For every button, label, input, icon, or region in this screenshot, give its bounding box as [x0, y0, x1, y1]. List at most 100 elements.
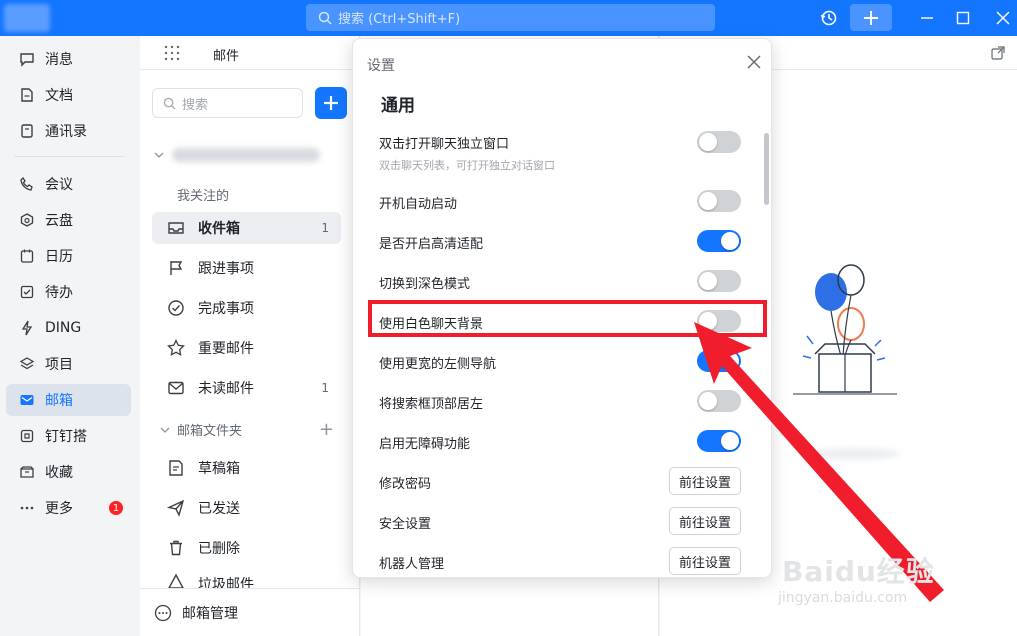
left-navigation: 消息 文档 通讯录 会议 云盘 日历 待办 DING 项目 邮箱 钉钉搭 收藏 … — [0, 36, 140, 636]
folder-label: 重要邮件 — [198, 341, 254, 357]
history-icon[interactable] — [816, 4, 842, 31]
setting-label: 将搜索框顶部居左 — [379, 397, 484, 412]
folder-follow-up[interactable]: 跟进事项 — [152, 252, 341, 284]
setting-label: 启用无障碍功能 — [379, 437, 471, 452]
nav-item-cloud[interactable]: 云盘 — [6, 204, 131, 236]
close-icon[interactable] — [747, 55, 761, 69]
nav-item-mail[interactable]: 邮箱 — [6, 384, 131, 416]
nav-label: 项目 — [45, 357, 73, 373]
global-search-input[interactable]: 搜索 (Ctrl+Shift+F) — [306, 4, 715, 31]
security-settings-button[interactable]: 前往设置 — [669, 507, 741, 535]
toggle-double-click-window[interactable] — [697, 131, 741, 153]
nav-label: 更多 — [45, 501, 73, 517]
folder-count: 1 — [321, 221, 329, 235]
setting-description: 双击聊天列表，可打开独立对话窗口 — [379, 159, 555, 172]
cloud-icon — [18, 211, 36, 229]
mail-search-placeholder: 搜索 — [182, 97, 209, 113]
nav-item-todo[interactable]: 待办 — [6, 276, 131, 308]
folder-unread[interactable]: 未读邮件 1 — [152, 372, 341, 404]
flag-icon — [166, 258, 186, 278]
plus-icon — [324, 96, 338, 110]
mail-folders-header[interactable]: 邮箱文件夹 + — [160, 419, 334, 440]
nav-label: 邮箱 — [45, 393, 73, 409]
more-badge: 1 — [109, 501, 123, 515]
setting-label: 双击打开聊天独立窗口 — [379, 137, 510, 152]
search-icon — [163, 97, 176, 110]
folder-label: 未读邮件 — [198, 381, 254, 397]
envelope-icon — [166, 378, 186, 398]
contacts-icon — [18, 122, 36, 140]
nav-item-messages[interactable]: 消息 — [6, 43, 131, 75]
favorites-icon — [18, 463, 36, 481]
chevron-down-icon — [154, 152, 164, 158]
mail-icon — [18, 391, 36, 409]
setting-label: 切换到深色模式 — [379, 277, 471, 292]
toggle-hd-adapt[interactable] — [697, 230, 741, 252]
title-bar: 搜索 (Ctrl+Shift+F) — [0, 0, 1017, 36]
toggle-wide-left-nav[interactable] — [697, 350, 741, 372]
nav-item-contacts[interactable]: 通讯录 — [6, 115, 131, 147]
setting-label: 是否开启高清适配 — [379, 237, 484, 252]
lightning-icon — [18, 319, 36, 337]
nav-label: 通讯录 — [45, 124, 87, 140]
folder-label: 收件箱 — [198, 221, 240, 237]
add-folder-icon[interactable]: + — [319, 419, 334, 440]
nav-item-docs[interactable]: 文档 — [6, 79, 131, 111]
toggle-auto-start[interactable] — [697, 190, 741, 212]
nav-item-builder[interactable]: 钉钉搭 — [6, 420, 131, 452]
inbox-icon — [166, 218, 186, 238]
message-icon — [18, 50, 36, 68]
app-grid-icon[interactable] — [164, 45, 180, 61]
watermark-url: jingyan.baidu.com — [778, 590, 908, 606]
folder-spam[interactable]: 垃圾邮件 — [152, 572, 341, 588]
nav-label: 收藏 — [45, 465, 73, 481]
folder-sent[interactable]: 已发送 — [152, 492, 341, 524]
mail-tab-title[interactable]: 邮件 — [213, 45, 239, 64]
compose-button[interactable] — [315, 87, 347, 119]
toggle-accessibility[interactable] — [697, 430, 741, 452]
toggle-search-top-left[interactable] — [697, 390, 741, 412]
trash-icon — [166, 538, 186, 558]
folder-important[interactable]: 重要邮件 — [152, 332, 341, 364]
nav-item-favorites[interactable]: 收藏 — [6, 456, 131, 488]
warning-icon — [166, 572, 186, 588]
folder-deleted[interactable]: 已删除 — [152, 532, 341, 564]
setting-label: 修改密码 — [379, 477, 432, 492]
account-row[interactable] — [154, 148, 320, 162]
folder-inbox[interactable]: 收件箱 1 — [152, 212, 341, 244]
mail-sidebar: 邮件 搜索 我关注的 收件箱 1 跟进事项 完成事项 重要邮件 未读邮件 1 邮… — [140, 36, 360, 636]
mail-management-label: 邮箱管理 — [182, 605, 238, 622]
search-icon — [318, 11, 332, 25]
robot-management-button[interactable]: 前往设置 — [669, 547, 741, 575]
nav-label: 消息 — [45, 52, 73, 68]
change-password-button[interactable]: 前往设置 — [669, 467, 741, 495]
mail-folders-label: 邮箱文件夹 — [177, 424, 243, 439]
folder-completed[interactable]: 完成事项 — [152, 292, 341, 324]
followed-section-label: 我关注的 — [177, 189, 230, 204]
more-icon — [18, 499, 36, 517]
nav-divider — [14, 156, 124, 157]
setting-label: 使用更宽的左侧导航 — [379, 357, 497, 372]
mail-search-input[interactable]: 搜索 — [152, 88, 303, 118]
more-circle-icon — [154, 604, 172, 622]
toggle-dark-mode[interactable] — [697, 270, 741, 292]
nav-item-calendar[interactable]: 日历 — [6, 240, 131, 272]
nav-label: 待办 — [45, 285, 73, 301]
highlight-annotation-box — [368, 300, 767, 337]
plus-icon[interactable] — [850, 4, 892, 31]
user-avatar[interactable] — [4, 4, 50, 32]
nav-item-ding[interactable]: DING — [6, 312, 131, 344]
maximize-icon[interactable] — [948, 4, 978, 31]
star-icon — [166, 338, 186, 358]
check-circle-icon — [166, 298, 186, 318]
folder-label: 垃圾邮件 — [198, 577, 254, 588]
nav-item-project[interactable]: 项目 — [6, 348, 131, 380]
nav-item-meeting[interactable]: 会议 — [6, 168, 131, 200]
folder-drafts[interactable]: 草稿箱 — [152, 452, 341, 484]
popout-icon[interactable] — [991, 46, 1005, 60]
close-icon[interactable] — [988, 4, 1017, 31]
settings-scrollbar[interactable] — [764, 133, 769, 205]
settings-section-general: 通用 — [381, 96, 415, 116]
minimize-icon[interactable] — [912, 4, 942, 31]
mail-management-button[interactable]: 邮箱管理 — [140, 588, 360, 636]
